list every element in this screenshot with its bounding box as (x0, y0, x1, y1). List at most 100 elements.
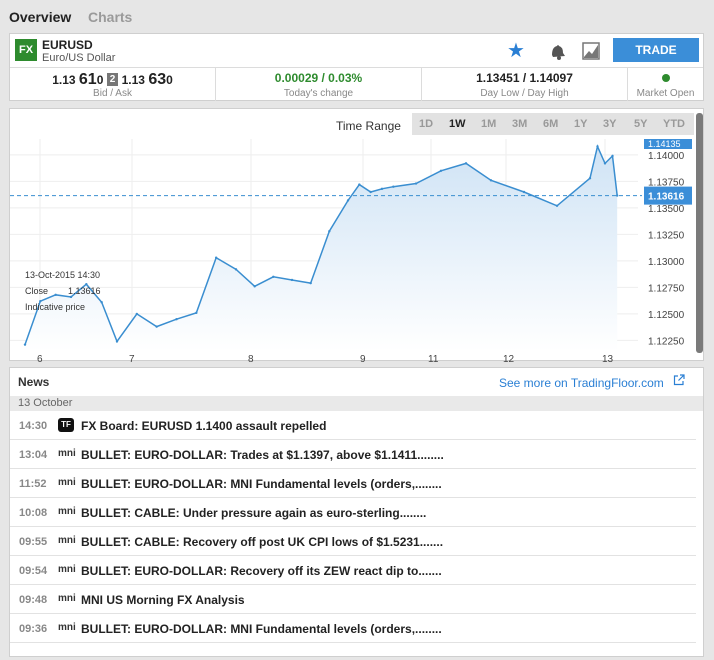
news-time: 09:55 (19, 536, 48, 548)
tab-overview[interactable]: Overview (9, 9, 71, 25)
y-tick-label: 1.14000 (648, 151, 685, 162)
top-nav: Overview Charts (0, 0, 714, 32)
news-item[interactable]: 09:48 mni MNI US Morning FX Analysis (10, 585, 696, 614)
news-time: 11:52 (19, 478, 47, 490)
bid-ask-value[interactable]: 1.13 610 2 1.13 630 (10, 71, 215, 88)
data-point (414, 182, 418, 185)
news-headline[interactable]: BULLET: EURO-DOLLAR: MNI Fundamental lev… (81, 622, 442, 636)
news-item[interactable]: 09:36 mni BULLET: EURO-DOLLAR: MNI Fundame… (10, 614, 696, 643)
data-point (69, 295, 73, 299)
data-point (392, 185, 395, 188)
spread-badge: 2 (106, 73, 119, 86)
news-day-header: 13 October (10, 396, 703, 411)
ask-prefix: 1.13 (121, 73, 149, 87)
chart-panel: Time Range 1D 1W 1M 3M 6M 1Y 3Y 5Y YTD 1… (9, 108, 705, 362)
news-item[interactable]: 14:30 TF FX Board: EURUSD 1.1400 assault r… (10, 411, 696, 440)
data-point (346, 199, 350, 202)
x-tick-label: 7 (129, 354, 135, 362)
news-item[interactable]: 09:55 mni BULLET: CABLE: Recovery off post… (10, 527, 696, 556)
data-point (309, 281, 312, 285)
news-headline[interactable]: FX Board: EURUSD 1.1400 assault repelled (81, 419, 326, 433)
y-tick-label: 1.13500 (648, 204, 685, 215)
news-headline[interactable]: BULLET: CABLE: Under pressure again as e… (81, 506, 426, 520)
x-tick-label: 9 (360, 354, 366, 362)
y-tick-label: 1.13000 (648, 257, 685, 268)
y-tick-label: 1.12250 (648, 336, 685, 347)
bid-prefix: 1.13 (52, 73, 79, 87)
price-chart[interactable]: 1.140001.137501.135001.132501.130001.127… (10, 139, 705, 362)
range-1m[interactable]: 1M (481, 118, 496, 130)
trade-button[interactable]: TRADE (613, 38, 699, 62)
x-tick-label: 8 (248, 354, 254, 362)
data-point (596, 145, 599, 148)
change-value: 0.00029 / 0.03% (274, 71, 363, 85)
x-tick-label: 11 (428, 354, 439, 362)
news-time: 09:36 (19, 623, 48, 635)
data-point (115, 340, 119, 343)
range-1d[interactable]: 1D (419, 118, 433, 130)
fx-badge: FX (15, 39, 37, 61)
data-point (555, 204, 559, 207)
data-point (611, 154, 614, 158)
news-time: 10:08 (19, 507, 48, 519)
data-point (54, 293, 57, 297)
y-tick-label: 1.12750 (648, 283, 685, 294)
time-range-label: Time Range (336, 119, 401, 133)
tab-charts[interactable]: Charts (88, 9, 132, 25)
range-1y[interactable]: 1Y (574, 118, 587, 130)
data-point (234, 268, 238, 271)
chart-scrollbar[interactable] (696, 113, 703, 353)
top-price-label: 1.14135 (648, 139, 681, 149)
tooltip-close-value: 1.13616 (68, 286, 101, 296)
news-item[interactable]: 11:52 mni BULLET: EURO-DOLLAR: MNI Fundame… (10, 469, 696, 498)
news-headline[interactable]: BULLET: CABLE: Recovery off post UK CPI … (81, 535, 443, 549)
range-ytd[interactable]: YTD (663, 118, 685, 130)
bid-small: 0 (96, 73, 104, 87)
change-cell: 0.00029 / 0.03% Today's change (216, 68, 422, 101)
news-time: 09:48 (19, 594, 48, 606)
range-5y[interactable]: 5Y (634, 118, 647, 130)
range-6m[interactable]: 6M (543, 118, 558, 130)
data-point (328, 230, 331, 233)
instrument-description: Euro/US Dollar (42, 52, 116, 64)
bid-big: 61 (78, 71, 97, 88)
y-tick-label: 1.13250 (648, 230, 685, 241)
data-point (439, 169, 443, 172)
news-item[interactable]: 09:54 mni BULLET: EURO-DOLLAR: Recovery of… (10, 556, 696, 585)
x-tick-label: 13 (602, 354, 614, 362)
news-panel: News See more on TradingFloor.com 13 Oct… (9, 367, 704, 657)
news-time: 14:30 (19, 420, 48, 432)
data-point (155, 325, 158, 328)
news-headline[interactable]: BULLET: EURO-DOLLAR: MNI Fundamental lev… (81, 477, 442, 491)
data-point (380, 187, 384, 191)
range-1w[interactable]: 1W (449, 118, 466, 130)
news-time: 13:04 (19, 449, 48, 461)
range-3m[interactable]: 3M (512, 118, 527, 130)
range-3y[interactable]: 3Y (603, 118, 616, 130)
data-point (23, 343, 27, 346)
x-tick-label: 6 (37, 354, 43, 362)
star-icon[interactable]: ★ (507, 41, 527, 61)
data-point (272, 275, 275, 278)
data-point (603, 162, 607, 165)
data-point (369, 190, 372, 194)
news-item[interactable]: 10:08 mni BULLET: CABLE: Under pressure ag… (10, 498, 696, 527)
mni-source-icon: mni (58, 535, 76, 546)
day-range-label: Day Low / Day High (480, 88, 569, 99)
data-point (175, 318, 178, 321)
bid-ask-label: Bid / Ask (93, 88, 132, 99)
data-point (358, 183, 361, 186)
alert-bell-icon[interactable] (548, 41, 568, 61)
chart-icon[interactable] (581, 41, 601, 61)
see-more-link[interactable]: See more on TradingFloor.com (499, 376, 664, 390)
ask-big: 63 (148, 71, 167, 88)
tradingfloor-source-icon: TF (58, 418, 74, 432)
news-headline[interactable]: BULLET: EURO-DOLLAR: Trades at $1.1397, … (81, 448, 444, 462)
news-item[interactable]: 13:04 mni BULLET: EURO-DOLLAR: Trades at $… (10, 440, 696, 469)
external-link-icon[interactable] (673, 374, 685, 386)
range-cell: 1.13451 / 1.14097 Day Low / Day High (422, 68, 628, 101)
news-headline[interactable]: MNI US Morning FX Analysis (81, 593, 245, 607)
data-point (489, 179, 493, 182)
news-headline[interactable]: BULLET: EURO-DOLLAR: Recovery off its ZE… (81, 564, 442, 578)
ask-small: 0 (166, 73, 173, 87)
